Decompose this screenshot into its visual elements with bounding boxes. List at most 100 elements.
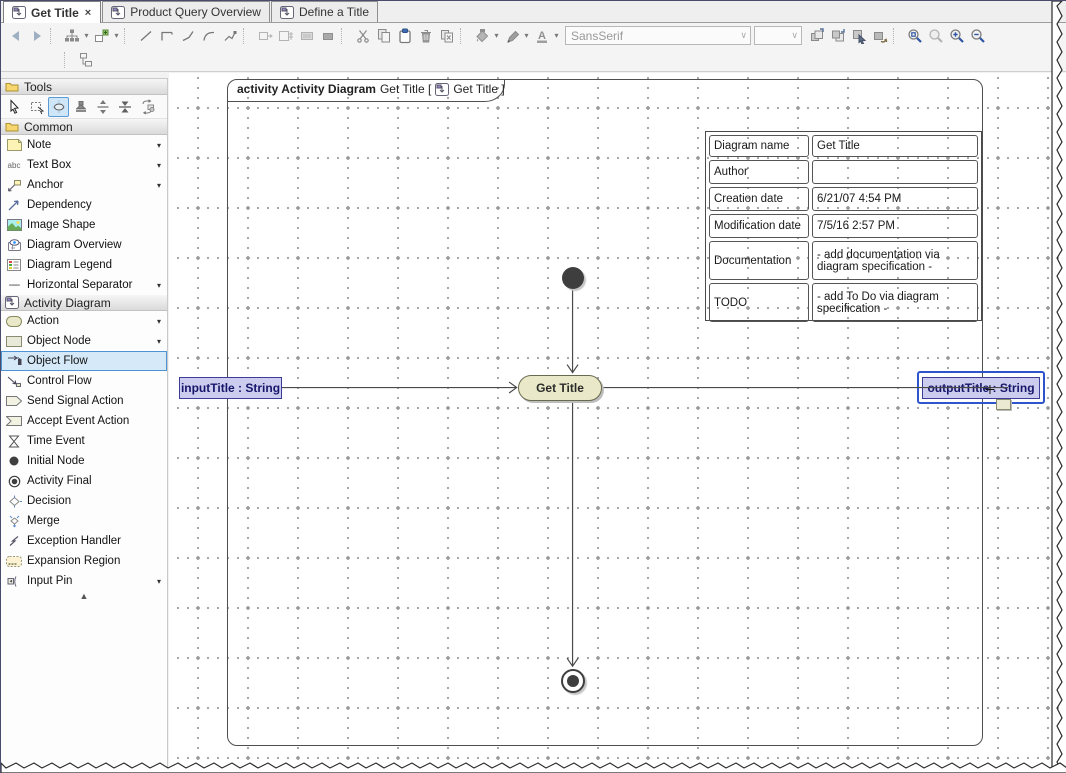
palette-item-horizontal-separator[interactable]: ---- Horizontal Separator ▾: [1, 275, 167, 295]
chevron-down-icon[interactable]: ▾: [112, 31, 121, 40]
delete-from-model-button[interactable]: [436, 25, 457, 46]
chevron-down-icon[interactable]: ▾: [82, 31, 91, 40]
chevron-down-icon[interactable]: ▾: [157, 577, 163, 586]
palette-item-action[interactable]: Action ▾: [1, 311, 167, 331]
chevron-down-icon[interactable]: ▾: [157, 181, 163, 190]
info-value-cell[interactable]: - add documentation via diagram specific…: [812, 241, 978, 280]
activity-parameter-output[interactable]: outputTitle : String: [922, 376, 1040, 399]
info-value-cell[interactable]: [812, 160, 978, 184]
palette-item-time-event[interactable]: Time Event: [1, 431, 167, 451]
info-key-cell[interactable]: Modification date: [709, 214, 809, 238]
palette-item-control-flow[interactable]: Control Flow: [1, 371, 167, 391]
paste-button[interactable]: [394, 25, 415, 46]
free-shape-tool-button[interactable]: [48, 96, 69, 117]
line-style-curved-button[interactable]: [198, 25, 219, 46]
group-selection-tool-button[interactable]: [26, 97, 47, 117]
chevron-down-icon[interactable]: ∨: [791, 30, 798, 41]
palette-item-diagram-overview[interactable]: Diagram Overview: [1, 235, 167, 255]
tab-product-query-overview[interactable]: Product Query Overview: [102, 1, 270, 22]
activity-final-node[interactable]: [561, 669, 585, 693]
diagram-frame-header[interactable]: activity Activity Diagram Get Title [ Ge…: [227, 79, 505, 102]
layout-diagram-button[interactable]: [61, 25, 82, 46]
select-in-containment-tree-button[interactable]: [848, 25, 869, 46]
chevron-down-icon[interactable]: ∨: [740, 30, 747, 41]
palette-item-input-pin[interactable]: Input Pin ▾: [1, 571, 167, 591]
containment-tree-button[interactable]: [75, 49, 96, 70]
info-value-cell[interactable]: 6/21/07 4:54 PM: [812, 187, 978, 211]
initial-node[interactable]: [562, 267, 584, 289]
palette-item-object-flow[interactable]: Object Flow: [1, 351, 167, 371]
palette-header-tools[interactable]: Tools: [1, 79, 167, 95]
refresh-selection-button[interactable]: [869, 25, 890, 46]
drag-handle[interactable]: [996, 399, 1011, 410]
palette-item-decision[interactable]: Decision: [1, 491, 167, 511]
info-value-cell[interactable]: Get Title: [812, 135, 978, 157]
close-icon[interactable]: ×: [84, 7, 92, 19]
palette-item-dependency[interactable]: Dependency: [1, 195, 167, 215]
bring-to-front-button[interactable]: [806, 25, 827, 46]
copy-button[interactable]: [373, 25, 394, 46]
line-style-straight-button[interactable]: [135, 25, 156, 46]
line-style-oblique-button[interactable]: [177, 25, 198, 46]
palette-item-anchor[interactable]: Anchor ▾: [1, 175, 167, 195]
change-element-type-tool-button[interactable]: [136, 97, 157, 117]
chevron-down-icon[interactable]: ▾: [157, 337, 163, 346]
pointer-tool-button[interactable]: [4, 97, 25, 117]
chevron-down-icon[interactable]: ▾: [157, 161, 163, 170]
palette-item-text-box[interactable]: abc Text Box ▾: [1, 155, 167, 175]
tab-define-a-title[interactable]: Define a Title: [270, 1, 378, 22]
diagram-info-table[interactable]: Diagram name Get Title Author Creation d…: [705, 131, 982, 322]
vertical-compress-tool-button[interactable]: [114, 97, 135, 117]
zoom-1-1-button[interactable]: [925, 25, 946, 46]
palette-item-exception-handler[interactable]: Exception Handler: [1, 531, 167, 551]
palette-item-send-signal-action[interactable]: Send Signal Action: [1, 391, 167, 411]
palette-item-expansion-region[interactable]: Expansion Region: [1, 551, 167, 571]
palette-item-object-node[interactable]: Object Node ▾: [1, 331, 167, 351]
info-value-cell[interactable]: 7/5/16 2:57 PM: [812, 214, 978, 238]
palette-item-merge[interactable]: Merge: [1, 511, 167, 531]
stamp-tool-button[interactable]: [70, 97, 91, 117]
info-key-cell[interactable]: TODO: [709, 283, 809, 322]
chevron-down-icon[interactable]: ▾: [522, 31, 531, 40]
info-value-cell[interactable]: - add To Do via diagram specification -: [812, 283, 978, 322]
chevron-down-icon[interactable]: ▾: [552, 31, 561, 40]
vertical-spread-tool-button[interactable]: [92, 97, 113, 117]
action-node-get-title[interactable]: Get Title: [518, 375, 602, 401]
activity-parameter-input[interactable]: inputTitle : String: [179, 377, 282, 399]
line-style-custom-button[interactable]: [219, 25, 240, 46]
palette-header-common[interactable]: Common: [1, 119, 167, 135]
delete-button[interactable]: [415, 25, 436, 46]
palette-scroll-up-button[interactable]: ▲: [1, 591, 167, 605]
autosize-shape-button[interactable]: [254, 25, 275, 46]
info-key-cell[interactable]: Creation date: [709, 187, 809, 211]
fit-in-window-button[interactable]: [904, 25, 925, 46]
font-family-combo[interactable]: SansSerif ∨: [565, 26, 751, 45]
cut-button[interactable]: [352, 25, 373, 46]
fill-shape-button[interactable]: [317, 25, 338, 46]
palette-item-initial-node[interactable]: Initial Node: [1, 451, 167, 471]
selection-box[interactable]: outputTitle : String: [917, 371, 1045, 404]
palette-item-activity-final[interactable]: Activity Final: [1, 471, 167, 491]
line-color-button[interactable]: [501, 25, 522, 46]
line-style-rectilinear-button[interactable]: [156, 25, 177, 46]
forward-button[interactable]: [26, 25, 47, 46]
show-properties-button[interactable]: [296, 25, 317, 46]
font-size-combo[interactable]: ∨: [754, 26, 802, 45]
info-key-cell[interactable]: Documentation: [709, 241, 809, 280]
chevron-down-icon[interactable]: ▾: [492, 31, 501, 40]
make-same-size-button[interactable]: [275, 25, 296, 46]
palette-item-accept-event-action[interactable]: Accept Event Action: [1, 411, 167, 431]
chevron-down-icon[interactable]: ▾: [157, 317, 163, 326]
send-to-back-button[interactable]: [827, 25, 848, 46]
chevron-down-icon[interactable]: ▾: [157, 141, 163, 150]
back-button[interactable]: [5, 25, 26, 46]
chevron-down-icon[interactable]: ▾: [157, 281, 163, 290]
info-key-cell[interactable]: Diagram name: [709, 135, 809, 157]
zoom-out-button[interactable]: [967, 25, 988, 46]
tab-get-title[interactable]: Get Title ×: [3, 1, 102, 23]
palette-item-note[interactable]: Note ▾: [1, 135, 167, 155]
info-key-cell[interactable]: Author: [709, 160, 809, 184]
zoom-in-button[interactable]: [946, 25, 967, 46]
palette-item-diagram-legend[interactable]: Diagram Legend: [1, 255, 167, 275]
diagram-canvas[interactable]: activity Activity Diagram Get Title [ Ge…: [169, 73, 1066, 773]
